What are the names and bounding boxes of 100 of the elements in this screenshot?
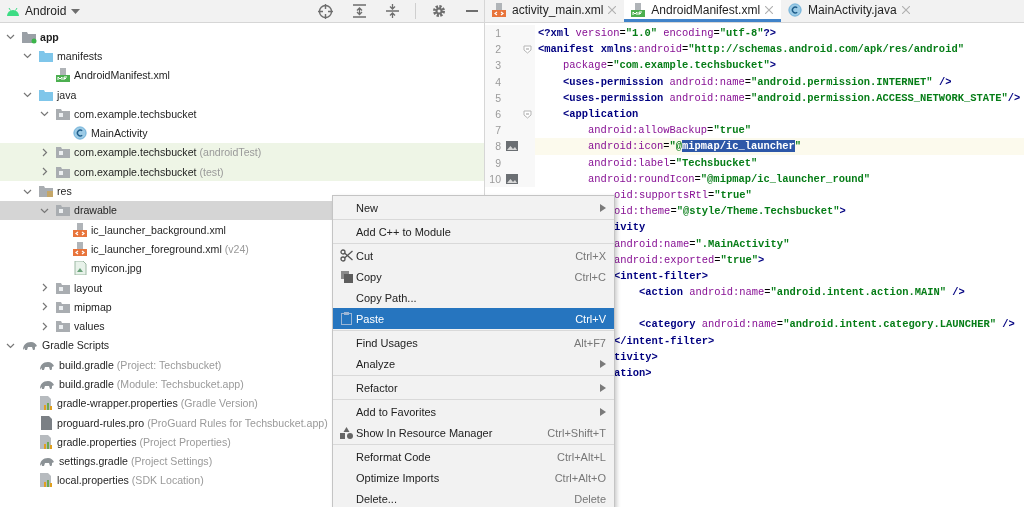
- code-line: <action android:name="android.intent.action.MAIN" />: [639, 286, 965, 299]
- code-line: package="com.example.techsbucket">: [562, 59, 777, 72]
- code-line: android:roundIcon="@mipmap/ic_launcher_round": [587, 172, 870, 185]
- tree-item[interactable]: com.example.techsbucket: [0, 104, 484, 124]
- tree-item[interactable]: MainActivity: [0, 123, 484, 143]
- menu-item[interactable]: Cut Ctrl+X: [333, 245, 614, 266]
- tree-item[interactable]: AndroidManifest.xml: [0, 65, 484, 85]
- image-icon[interactable]: [506, 141, 518, 152]
- shapes-icon: [340, 426, 353, 439]
- code-line: android:label="Techsbucket": [587, 156, 758, 169]
- chevron-right-icon[interactable]: [40, 302, 49, 312]
- code-line: ivity: [614, 221, 646, 234]
- crosshair-icon[interactable]: [318, 3, 333, 19]
- code-line: oid:theme="@style/Theme.Techsbucket">: [614, 205, 846, 218]
- line-number: 9: [495, 156, 501, 169]
- properties-file-icon: [38, 434, 54, 449]
- project-view-dropdown[interactable]: Android: [6, 4, 81, 18]
- code-line: ation>: [614, 367, 652, 380]
- line-number: 4: [495, 75, 501, 88]
- image-file-icon: [72, 261, 88, 276]
- tree-item[interactable]: manifests: [0, 46, 484, 66]
- menu-item[interactable]: Delete... Delete: [333, 488, 614, 507]
- scissors-icon: [340, 249, 353, 262]
- copy-icon: [340, 270, 353, 283]
- chevron-right-icon[interactable]: [40, 321, 49, 331]
- caret-icon: [71, 8, 81, 14]
- package-folder-icon: [55, 145, 71, 160]
- properties-file-icon: [38, 473, 54, 488]
- line-number: 2: [495, 43, 501, 56]
- editor-tab[interactable]: AndroidManifest.xml: [624, 0, 782, 22]
- code-line: <?xml version="1.0" encoding="utf-8"?>: [537, 27, 777, 40]
- clipboard-icon: [341, 312, 352, 325]
- line-number: 5: [495, 91, 501, 104]
- code-line: tivity>: [614, 350, 658, 363]
- chevron-right-icon[interactable]: [40, 147, 49, 157]
- manifest-file-icon: [630, 2, 647, 17]
- class-icon: [72, 126, 88, 141]
- chevron-right-icon[interactable]: [40, 283, 49, 292]
- menu-item[interactable]: Copy Ctrl+C: [333, 266, 614, 287]
- line-number: 1: [495, 27, 501, 40]
- menu-item[interactable]: Add to Favorites: [333, 401, 614, 422]
- chevron-down-icon[interactable]: [23, 51, 32, 61]
- code-line: oid:supportsRtl="true": [614, 188, 752, 201]
- menu-item[interactable]: Reformat Code Ctrl+Alt+L: [333, 446, 614, 467]
- code-line: <uses-permission android:name="android.permission.ACCESS_NETWORK_STATE"/>: [562, 91, 1021, 104]
- package-folder-icon: [55, 106, 71, 121]
- tree-item[interactable]: com.example.techsbucket (androidTest): [0, 142, 484, 163]
- menu-item[interactable]: Add C++ to Module: [333, 221, 614, 242]
- code-line: android:name=".MainActivity": [614, 237, 790, 250]
- xml-file-icon: [72, 222, 88, 237]
- text-file-icon: [38, 415, 54, 430]
- class-icon: [787, 2, 804, 17]
- tree-item[interactable]: com.example.techsbucket (test): [0, 162, 484, 182]
- menu-item[interactable]: Analyze: [333, 353, 614, 374]
- editor-tab[interactable]: MainActivity.java: [781, 0, 918, 22]
- properties-file-icon: [38, 396, 54, 411]
- line-number: 3: [495, 59, 501, 72]
- code-line: <manifest xmlns:android="http://schemas.android.com/apk/res/android": [537, 43, 964, 56]
- code-line: <intent-filter>: [614, 269, 708, 282]
- line-number: 10: [489, 172, 501, 185]
- expand-all-icon[interactable]: [353, 4, 366, 18]
- menu-item[interactable]: Optimize Imports Ctrl+Alt+O: [333, 467, 614, 488]
- module-folder-icon: [21, 29, 37, 44]
- menu-item[interactable]: Copy Path...: [333, 287, 614, 308]
- menu-item[interactable]: Find Usages Alt+F7: [333, 332, 614, 353]
- code-line: <application: [562, 108, 639, 121]
- menu-item[interactable]: Refactor: [333, 377, 614, 398]
- android-icon: [6, 6, 20, 16]
- line-number: 8: [495, 140, 501, 153]
- folder-icon: [38, 87, 54, 102]
- code-line: <uses-permission android:name="android.permission.INTERNET" />: [562, 75, 952, 88]
- package-folder-icon: [55, 203, 71, 218]
- resource-folder-icon: [38, 184, 54, 198]
- collapse-all-icon[interactable]: [386, 4, 399, 18]
- package-folder-icon: [55, 164, 71, 179]
- package-folder-icon: [55, 319, 71, 334]
- code-line: <category android:name="android.intent.category.LAUNCHER" />: [639, 318, 1015, 331]
- code-line: android:exported="true">: [614, 253, 765, 266]
- settings-icon[interactable]: [432, 4, 446, 18]
- image-icon[interactable]: [506, 173, 518, 184]
- tree-item[interactable]: app: [0, 27, 484, 47]
- menu-item[interactable]: Paste Ctrl+V: [333, 308, 614, 329]
- package-folder-icon: [55, 299, 71, 314]
- line-number: 7: [495, 124, 501, 137]
- chevron-down-icon[interactable]: [6, 32, 15, 42]
- minimize-icon[interactable]: [466, 9, 478, 13]
- menu-item[interactable]: Show In Resource Manager Ctrl+Shift+T: [333, 422, 614, 443]
- code-line: </intent-filter>: [614, 334, 715, 347]
- tree-item[interactable]: java: [0, 84, 484, 105]
- editor-tab[interactable]: activity_main.xml: [485, 0, 625, 22]
- code-line: android:allowBackup="true": [587, 124, 751, 137]
- xml-file-icon: [72, 241, 88, 256]
- line-number: 6: [495, 108, 501, 121]
- chevron-down-icon[interactable]: [23, 90, 32, 100]
- xml-file-icon: [491, 2, 507, 17]
- folder-icon: [38, 48, 54, 63]
- package-folder-icon: [55, 280, 71, 295]
- chevron-right-icon[interactable]: [40, 167, 49, 177]
- manifest-file-icon: [55, 68, 71, 83]
- chevron-down-icon[interactable]: [40, 109, 49, 119]
